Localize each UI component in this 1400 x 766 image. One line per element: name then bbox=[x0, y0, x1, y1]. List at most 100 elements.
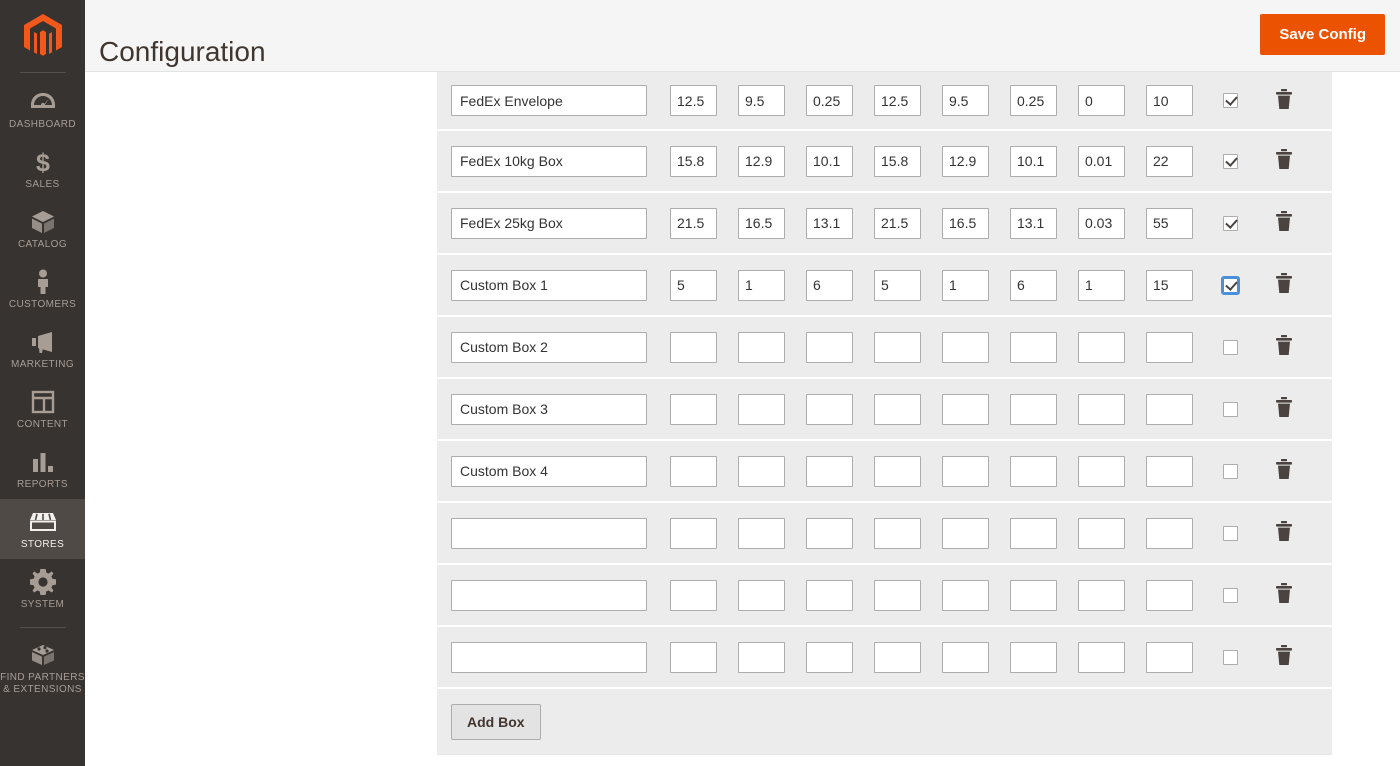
box-enabled-checkbox[interactable] bbox=[1222, 525, 1238, 541]
box-dimension-input[interactable] bbox=[874, 269, 921, 301]
box-enabled-checkbox[interactable] bbox=[1222, 401, 1238, 417]
box-dimension-input[interactable] bbox=[874, 207, 921, 239]
box-enabled-checkbox[interactable] bbox=[1222, 215, 1238, 231]
box-dimension-input[interactable] bbox=[1146, 579, 1193, 611]
box-name-input[interactable] bbox=[451, 207, 647, 239]
box-dimension-input[interactable] bbox=[738, 455, 785, 487]
box-dimension-input[interactable] bbox=[670, 207, 717, 239]
box-name-input[interactable] bbox=[451, 517, 647, 549]
box-dimension-input[interactable] bbox=[1078, 517, 1125, 549]
delete-box-button[interactable] bbox=[1273, 521, 1295, 545]
box-dimension-input[interactable] bbox=[1078, 145, 1125, 177]
box-dimension-input[interactable] bbox=[942, 579, 989, 611]
box-dimension-input[interactable] bbox=[1078, 579, 1125, 611]
box-dimension-input[interactable] bbox=[874, 393, 921, 425]
box-dimension-input[interactable] bbox=[1146, 393, 1193, 425]
box-dimension-input[interactable] bbox=[670, 145, 717, 177]
box-name-input[interactable] bbox=[451, 393, 647, 425]
delete-box-button[interactable] bbox=[1273, 645, 1295, 669]
delete-box-button[interactable] bbox=[1273, 459, 1295, 483]
box-name-input[interactable] bbox=[451, 641, 647, 673]
box-dimension-input[interactable] bbox=[670, 455, 717, 487]
box-dimension-input[interactable] bbox=[1010, 207, 1057, 239]
box-dimension-input[interactable] bbox=[806, 269, 853, 301]
box-dimension-input[interactable] bbox=[806, 393, 853, 425]
box-dimension-input[interactable] bbox=[806, 85, 853, 116]
box-dimension-input[interactable] bbox=[738, 641, 785, 673]
box-enabled-checkbox[interactable] bbox=[1222, 649, 1238, 665]
delete-box-button[interactable] bbox=[1273, 397, 1295, 421]
box-enabled-checkbox[interactable] bbox=[1222, 153, 1238, 169]
box-name-input[interactable] bbox=[451, 269, 647, 301]
box-dimension-input[interactable] bbox=[738, 207, 785, 239]
box-name-input[interactable] bbox=[451, 579, 647, 611]
box-dimension-input[interactable] bbox=[942, 331, 989, 363]
box-dimension-input[interactable] bbox=[874, 579, 921, 611]
sidebar-item-dashboard[interactable]: DASHBOARD bbox=[0, 79, 85, 139]
box-dimension-input[interactable] bbox=[1146, 331, 1193, 363]
box-dimension-input[interactable] bbox=[670, 517, 717, 549]
sidebar-item-content[interactable]: CONTENT bbox=[0, 379, 85, 439]
sidebar-item-catalog[interactable]: CATALOG bbox=[0, 199, 85, 259]
delete-box-button[interactable] bbox=[1273, 273, 1295, 297]
box-dimension-input[interactable] bbox=[738, 331, 785, 363]
delete-box-button[interactable] bbox=[1273, 149, 1295, 173]
box-dimension-input[interactable] bbox=[806, 641, 853, 673]
box-dimension-input[interactable] bbox=[806, 145, 853, 177]
box-dimension-input[interactable] bbox=[806, 517, 853, 549]
box-dimension-input[interactable] bbox=[1146, 145, 1193, 177]
box-dimension-input[interactable] bbox=[1146, 517, 1193, 549]
box-dimension-input[interactable] bbox=[806, 579, 853, 611]
box-enabled-checkbox[interactable] bbox=[1222, 339, 1238, 355]
box-name-input[interactable] bbox=[451, 85, 647, 116]
box-dimension-input[interactable] bbox=[1146, 85, 1193, 116]
sidebar-item-system[interactable]: SYSTEM bbox=[0, 559, 85, 619]
box-dimension-input[interactable] bbox=[1010, 145, 1057, 177]
box-dimension-input[interactable] bbox=[670, 393, 717, 425]
box-dimension-input[interactable] bbox=[1010, 85, 1057, 116]
box-dimension-input[interactable] bbox=[942, 641, 989, 673]
box-dimension-input[interactable] bbox=[874, 455, 921, 487]
box-dimension-input[interactable] bbox=[738, 393, 785, 425]
box-dimension-input[interactable] bbox=[942, 145, 989, 177]
box-dimension-input[interactable] bbox=[1078, 393, 1125, 425]
box-dimension-input[interactable] bbox=[942, 517, 989, 549]
box-dimension-input[interactable] bbox=[1010, 269, 1057, 301]
box-dimension-input[interactable] bbox=[806, 331, 853, 363]
box-dimension-input[interactable] bbox=[874, 145, 921, 177]
sidebar-item-customers[interactable]: CUSTOMERS bbox=[0, 259, 85, 319]
box-dimension-input[interactable] bbox=[1010, 517, 1057, 549]
box-dimension-input[interactable] bbox=[942, 207, 989, 239]
box-dimension-input[interactable] bbox=[874, 517, 921, 549]
box-dimension-input[interactable] bbox=[942, 455, 989, 487]
box-dimension-input[interactable] bbox=[670, 641, 717, 673]
box-dimension-input[interactable] bbox=[1078, 641, 1125, 673]
box-dimension-input[interactable] bbox=[1010, 455, 1057, 487]
box-dimension-input[interactable] bbox=[942, 269, 989, 301]
box-dimension-input[interactable] bbox=[670, 269, 717, 301]
box-dimension-input[interactable] bbox=[1078, 269, 1125, 301]
box-dimension-input[interactable] bbox=[738, 145, 785, 177]
box-enabled-checkbox[interactable] bbox=[1220, 275, 1240, 295]
box-dimension-input[interactable] bbox=[738, 517, 785, 549]
box-dimension-input[interactable] bbox=[738, 85, 785, 116]
box-dimension-input[interactable] bbox=[1146, 207, 1193, 239]
sidebar-item-marketing[interactable]: MARKETING bbox=[0, 319, 85, 379]
box-name-input[interactable] bbox=[451, 145, 647, 177]
sidebar-item-find-partners[interactable]: FIND PARTNERS & EXTENSIONS bbox=[0, 632, 85, 704]
box-dimension-input[interactable] bbox=[806, 207, 853, 239]
box-dimension-input[interactable] bbox=[1010, 641, 1057, 673]
box-dimension-input[interactable] bbox=[1078, 85, 1125, 116]
delete-box-button[interactable] bbox=[1273, 583, 1295, 607]
box-dimension-input[interactable] bbox=[942, 85, 989, 116]
box-dimension-input[interactable] bbox=[806, 455, 853, 487]
delete-box-button[interactable] bbox=[1273, 335, 1295, 359]
add-box-button[interactable]: Add Box bbox=[451, 703, 541, 740]
sidebar-item-reports[interactable]: REPORTS bbox=[0, 439, 85, 499]
box-dimension-input[interactable] bbox=[942, 393, 989, 425]
box-dimension-input[interactable] bbox=[1078, 207, 1125, 239]
box-dimension-input[interactable] bbox=[1078, 331, 1125, 363]
delete-box-button[interactable] bbox=[1273, 211, 1295, 235]
sidebar-item-sales[interactable]: $ SALES bbox=[0, 139, 85, 199]
box-dimension-input[interactable] bbox=[1146, 269, 1193, 301]
